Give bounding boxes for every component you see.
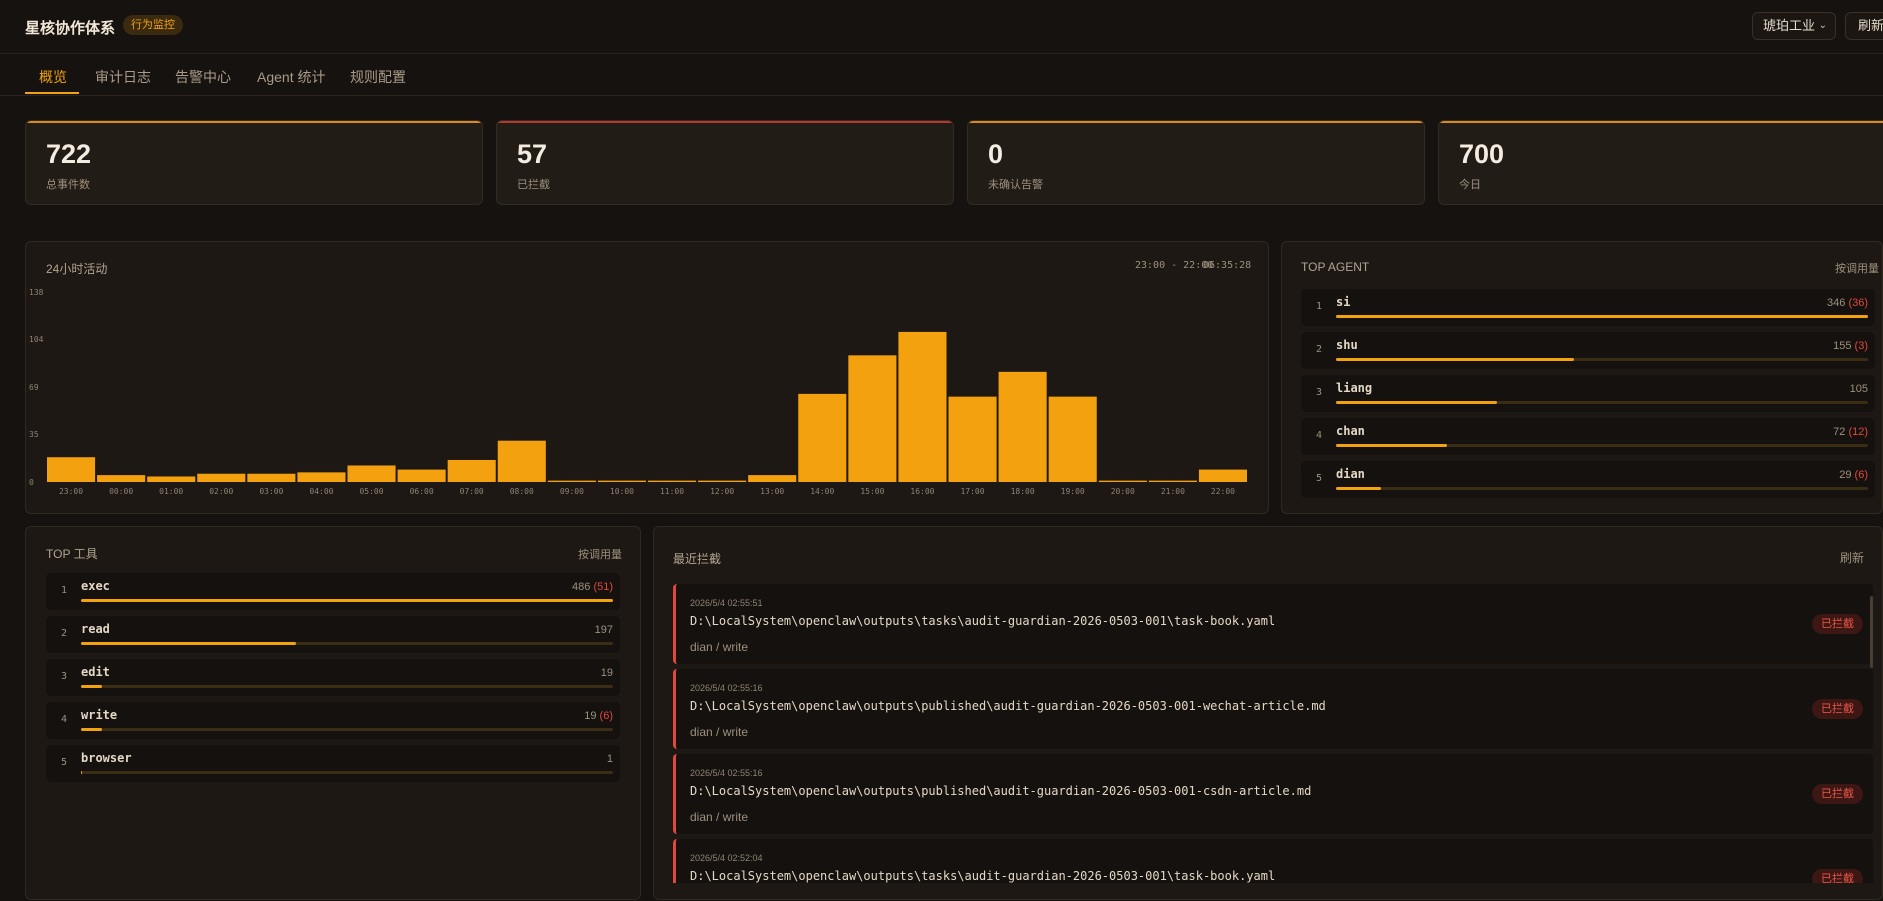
blocked-path: D:\LocalSystem\openclaw\outputs\tasks\au… — [690, 869, 1276, 883]
blocked-item[interactable]: 2026/5/4 02:55:16 D:\LocalSystem\openclaw… — [673, 754, 1873, 834]
blocked-time: 2026/5/4 02:52:04 — [690, 853, 763, 863]
blocked-status-badge: 已拦截 — [1812, 784, 1863, 804]
recent-blocked-list[interactable]: 2026/5/4 02:55:51 D:\LocalSystem\openclaw… — [0, 0, 1883, 883]
blocked-agent-tool: dian / write — [690, 810, 749, 824]
blocked-path: D:\LocalSystem\openclaw\outputs\tasks\au… — [690, 614, 1276, 628]
blocked-time: 2026/5/4 02:55:16 — [690, 683, 763, 693]
blocked-agent-tool: dian / write — [690, 640, 749, 654]
blocked-status-badge: 已拦截 — [1812, 869, 1863, 883]
blocked-path: D:\LocalSystem\openclaw\outputs\publishe… — [690, 699, 1326, 713]
blocked-agent-tool: dian / write — [690, 725, 749, 739]
blocked-status-badge: 已拦截 — [1812, 614, 1863, 634]
blocked-time: 2026/5/4 02:55:51 — [690, 598, 763, 608]
blocked-path: D:\LocalSystem\openclaw\outputs\publishe… — [690, 784, 1312, 798]
blocked-item[interactable]: 2026/5/4 02:52:04 D:\LocalSystem\openclaw… — [673, 839, 1873, 883]
blocked-item[interactable]: 2026/5/4 02:55:16 D:\LocalSystem\openclaw… — [673, 669, 1873, 749]
scrollbar-thumb[interactable] — [1870, 596, 1873, 668]
blocked-item[interactable]: 2026/5/4 02:55:51 D:\LocalSystem\openclaw… — [673, 584, 1873, 664]
blocked-status-badge: 已拦截 — [1812, 699, 1863, 719]
blocked-time: 2026/5/4 02:55:16 — [690, 768, 763, 778]
